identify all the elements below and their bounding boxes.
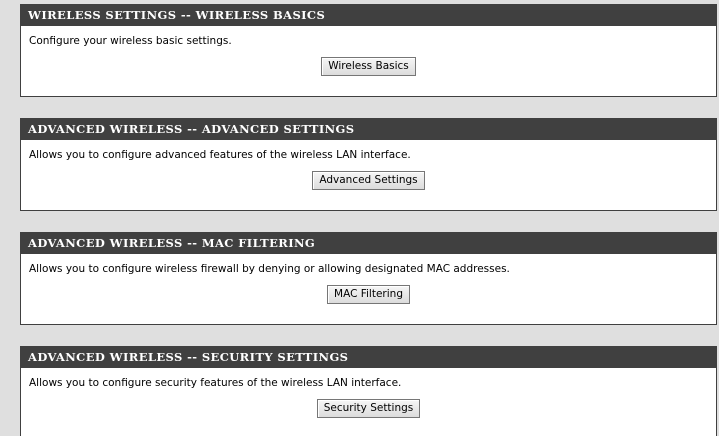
security-settings-button[interactable]: Security Settings (316, 399, 421, 418)
button-row: MAC Filtering (21, 276, 716, 304)
panel-description: Allows you to configure security feature… (29, 377, 402, 389)
wireless-basics-panel: WIRELESS SETTINGS -- WIRELESS BASICS Con… (20, 4, 717, 97)
button-row: Wireless Basics (21, 48, 716, 76)
advanced-settings-button[interactable]: Advanced Settings (312, 171, 425, 190)
panel-title: ADVANCED WIRELESS -- MAC FILTERING (21, 233, 716, 254)
button-row: Security Settings (21, 390, 716, 418)
wireless-basics-button[interactable]: Wireless Basics (321, 57, 416, 76)
advanced-settings-panel: ADVANCED WIRELESS -- ADVANCED SETTINGS A… (20, 118, 717, 211)
mac-filtering-button[interactable]: MAC Filtering (327, 285, 410, 304)
panel-title: WIRELESS SETTINGS -- WIRELESS BASICS (21, 5, 716, 26)
wireless-settings-page: WIRELESS SETTINGS -- WIRELESS BASICS Con… (0, 0, 719, 436)
panel-title: ADVANCED WIRELESS -- ADVANCED SETTINGS (21, 119, 716, 140)
panel-description: Allows you to configure advanced feature… (29, 149, 411, 161)
panel-title: ADVANCED WIRELESS -- SECURITY SETTINGS (21, 347, 716, 368)
mac-filtering-panel: ADVANCED WIRELESS -- MAC FILTERING Allow… (20, 232, 717, 325)
panel-description: Configure your wireless basic settings. (29, 35, 232, 47)
panel-description: Allows you to configure wireless firewal… (29, 263, 510, 275)
security-settings-panel: ADVANCED WIRELESS -- SECURITY SETTINGS A… (20, 346, 717, 436)
button-row: Advanced Settings (21, 162, 716, 190)
